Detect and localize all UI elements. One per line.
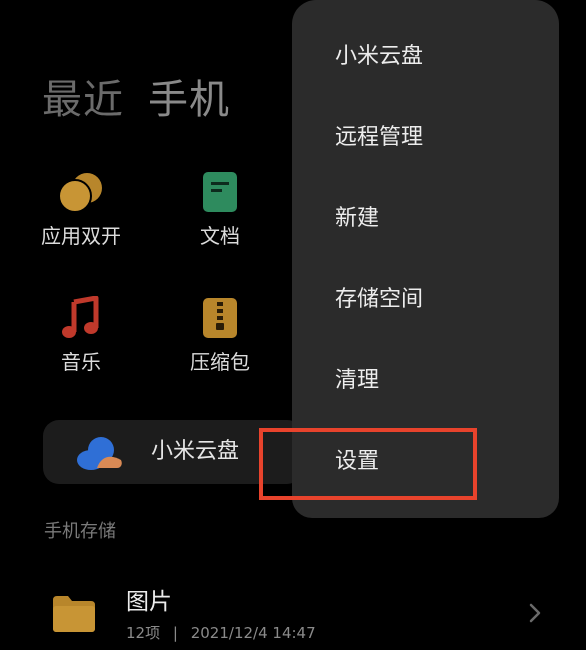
menu-item-label: 清理 bbox=[335, 368, 380, 393]
section-title: 手机存储 bbox=[44, 521, 116, 542]
shortcut-label: 音乐 bbox=[61, 350, 101, 374]
shortcut-documents[interactable]: 文档 bbox=[160, 164, 280, 250]
shortcut-label: 文档 bbox=[200, 224, 240, 248]
list-item[interactable]: 图片 12项 | 2021/12/4 14:47 bbox=[0, 582, 586, 650]
menu-item-cloud-drive[interactable]: 小米云盘 bbox=[292, 17, 559, 98]
folder-meta: 12项 | 2021/12/4 14:47 bbox=[126, 622, 316, 644]
tab-recent[interactable]: 最近 bbox=[42, 74, 124, 126]
shortcut-archives[interactable]: 压缩包 bbox=[160, 290, 280, 376]
shortcut-label: 应用双开 bbox=[41, 224, 121, 248]
overflow-menu: 小米云盘 远程管理 新建 存储空间 清理 设置 bbox=[292, 0, 559, 518]
menu-item-label: 小米云盘 bbox=[335, 44, 424, 69]
menu-item-new[interactable]: 新建 bbox=[292, 179, 559, 260]
document-icon bbox=[203, 172, 237, 212]
meta-separator: | bbox=[172, 624, 178, 642]
music-note-icon bbox=[62, 296, 99, 338]
cloud-drive-card[interactable]: 小米云盘 bbox=[43, 420, 303, 484]
shortcut-music[interactable]: 音乐 bbox=[21, 290, 141, 376]
dual-apps-icon bbox=[58, 173, 102, 213]
folder-count: 12项 bbox=[126, 624, 161, 642]
cloud-icon bbox=[77, 437, 122, 470]
file-manager-screen: 最近 手机 应用双开 文档 音乐 压缩包 小米云盘 手机存储 图片 12项 | … bbox=[0, 0, 586, 650]
menu-item-label: 设置 bbox=[335, 449, 380, 474]
folder-icon bbox=[53, 596, 95, 632]
menu-item-settings[interactable]: 设置 bbox=[292, 422, 559, 503]
menu-item-remote-management[interactable]: 远程管理 bbox=[292, 98, 559, 179]
chevron-right-icon bbox=[529, 603, 541, 623]
tab-bar: 最近 手机 bbox=[42, 74, 230, 126]
shortcut-dual-apps[interactable]: 应用双开 bbox=[21, 164, 141, 250]
menu-item-label: 新建 bbox=[335, 206, 380, 231]
cloud-drive-label: 小米云盘 bbox=[151, 439, 240, 464]
zip-archive-icon bbox=[203, 298, 237, 338]
tab-phone[interactable]: 手机 bbox=[148, 74, 230, 126]
menu-item-storage[interactable]: 存储空间 bbox=[292, 260, 559, 341]
folder-name: 图片 bbox=[126, 589, 172, 615]
menu-item-label: 远程管理 bbox=[335, 125, 424, 150]
menu-item-clean[interactable]: 清理 bbox=[292, 341, 559, 422]
shortcut-label: 压缩包 bbox=[190, 350, 250, 374]
menu-item-label: 存储空间 bbox=[335, 287, 424, 312]
folder-date: 2021/12/4 14:47 bbox=[190, 624, 316, 642]
